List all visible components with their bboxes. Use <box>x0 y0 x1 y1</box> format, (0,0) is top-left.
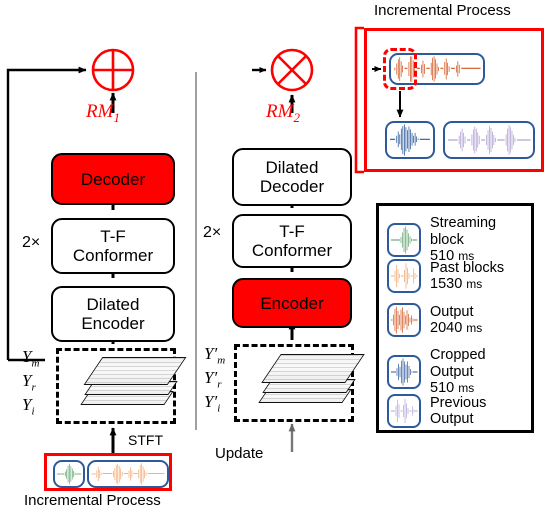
block-encoder[interactable]: Encoder <box>232 278 352 328</box>
legend-duration-past-blocks: 1530 <box>430 276 463 292</box>
legend-name-output: Output <box>430 303 474 320</box>
legend-row-past-blocks: Past blocks 1530 ms <box>387 259 504 293</box>
repeat-label-left: 2× <box>22 234 41 251</box>
legend-row-output: Output 2040 ms <box>387 303 482 337</box>
mask-label-rm1: RM1 <box>86 101 120 125</box>
legend-icon-previous-output <box>387 394 421 428</box>
spectrogram-label-ym-prime: Y′m <box>204 344 226 367</box>
legend-text-streaming-block: Streaming block 510 ms <box>430 215 531 265</box>
legend-unit-output: ms <box>466 321 483 335</box>
legend-unit-cropped-output: ms <box>458 381 475 395</box>
spectrogram-label-yr-prime: Y′r <box>204 368 222 391</box>
block-dilated-decoder[interactable]: Dilated Decoder <box>232 148 352 206</box>
block-tf-conformer-2[interactable]: T-F Conformer <box>232 214 352 268</box>
repeat-label-right: 2× <box>203 224 222 241</box>
legend-icon-output <box>387 303 421 337</box>
waveform-past-blocks-icon <box>87 460 169 488</box>
legend-name-streaming-block: Streaming block <box>430 215 497 248</box>
legend-text-output: Output 2040 ms <box>430 304 482 337</box>
block-dilated-encoder[interactable]: Dilated Encoder <box>51 286 175 342</box>
spectrogram-label-yi-prime: Y′i <box>204 392 221 415</box>
spectrogram-stack-right <box>234 344 365 422</box>
stft-label: STFT <box>128 432 163 448</box>
legend-panel: Streaming block 510 ms Past blocks 1530 … <box>376 203 534 433</box>
figure-canvas: RM1 Decoder 2× T-F Conformer Dilated Enc… <box>0 0 546 510</box>
block-encoder-label: Encoder <box>260 293 324 313</box>
legend-row-previous-output: Previous Output <box>387 394 531 428</box>
block-dilated-decoder-label: Dilated Decoder <box>259 158 325 196</box>
product-operator-icon <box>270 48 314 92</box>
legend-row-cropped-output: Cropped Output 510 ms <box>387 347 531 397</box>
sum-operator-icon <box>91 48 135 92</box>
legend-text-cropped-output: Cropped Output 510 ms <box>430 347 531 397</box>
incremental-process-panel-right <box>364 28 544 172</box>
waveform-streaming-block-icon <box>53 460 85 488</box>
block-tf-conformer-label: T-F Conformer <box>72 227 154 265</box>
block-tf-conformer-2-label: T-F Conformer <box>251 222 333 260</box>
spectrogram-stack-left <box>56 348 187 424</box>
spectrogram-label-yr: Yr <box>22 371 36 394</box>
block-decoder-label: Decoder <box>80 169 146 189</box>
legend-row-streaming-block: Streaming block 510 ms <box>387 215 531 265</box>
block-tf-conformer[interactable]: T-F Conformer <box>51 218 175 274</box>
legend-name-past-blocks: Past blocks <box>430 259 505 276</box>
legend-text-past-blocks: Past blocks 1530 ms <box>430 260 504 293</box>
spectrogram-label-yi: Yi <box>22 395 35 418</box>
incremental-process-panel-left <box>44 453 172 491</box>
crop-arrow <box>372 66 404 118</box>
legend-icon-streaming-block <box>387 222 421 257</box>
spectrogram-label-ym: Ym <box>22 347 40 370</box>
block-decoder[interactable]: Decoder <box>51 153 175 205</box>
legend-name-previous-output: Previous Output <box>430 394 487 428</box>
mask-label-rm2: RM2 <box>266 101 300 125</box>
incremental-panel-title: Incremental Process <box>374 2 511 19</box>
block-dilated-encoder-label: Dilated Encoder <box>81 295 145 333</box>
caption-incremental-process-left: Incremental Process <box>24 492 161 509</box>
legend-unit-past-blocks: ms <box>466 277 483 291</box>
legend-name-cropped-output: Cropped Output <box>430 347 486 380</box>
legend-icon-cropped-output <box>387 354 421 389</box>
legend-duration-output: 2040 <box>430 320 463 336</box>
caption-update: Update <box>215 445 264 462</box>
legend-icon-past-blocks <box>387 259 421 293</box>
legend-text-previous-output: Previous Output <box>430 395 531 428</box>
